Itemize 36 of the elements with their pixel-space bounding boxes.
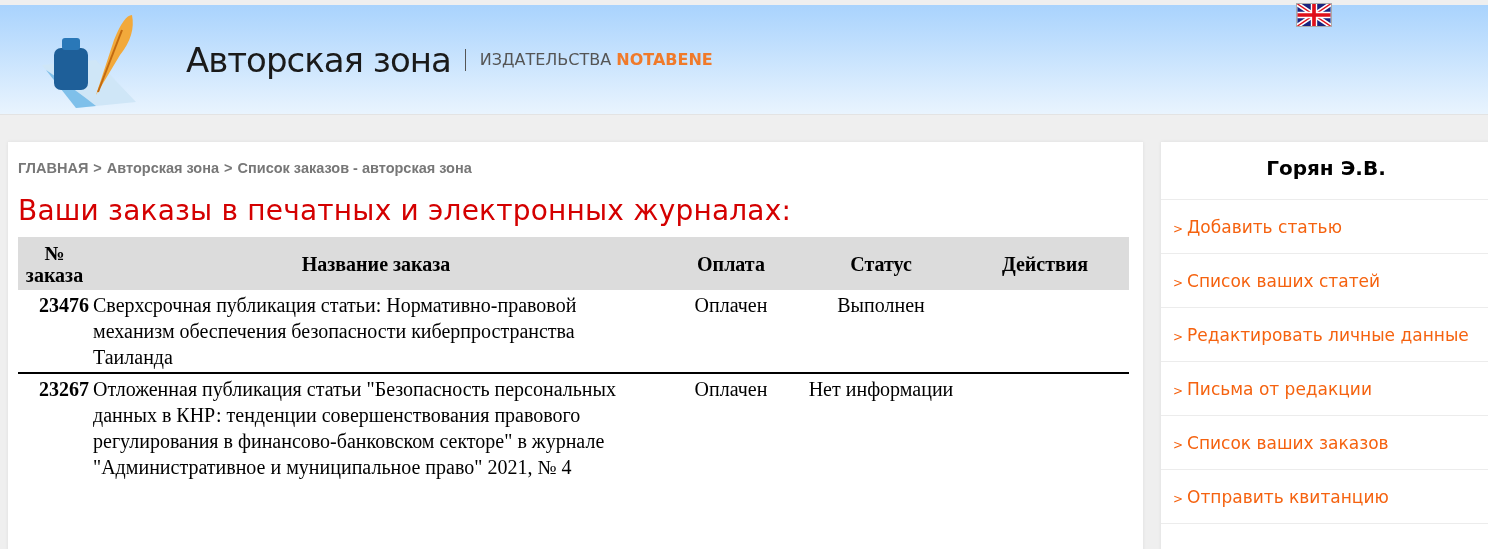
bullet-marker: > [1173, 276, 1184, 290]
column-header: Оплата [661, 237, 801, 290]
bullet-marker: > [1173, 492, 1184, 506]
sidebar-link[interactable]: Добавить статью [1187, 216, 1342, 237]
order-number: 23267 [18, 373, 91, 482]
column-header: Действия [961, 237, 1129, 290]
breadcrumb-link[interactable]: Авторская зона [106, 160, 220, 176]
payment-status: Оплачен [661, 290, 801, 373]
logo-subtitle: ИЗДАТЕЛЬСТВА [479, 50, 612, 69]
breadcrumb-separator: > [224, 160, 233, 176]
sidebar-link[interactable]: Список ваших заказов [1187, 432, 1389, 453]
logo-brand: NOTABENE [616, 50, 713, 69]
breadcrumb-separator: > [93, 160, 102, 176]
order-title: Сверхсрочная публикация статьи: Нормативно-правовой механизм обеспечения безопасности киберпространства Таиланда [91, 290, 661, 373]
order-title: Отложенная публикация статьи "Безопасность персональных данных в КНР: тенденции совершенствования правового регулирования в финансово-банковском секторе" в журнале "Административное и муниципальное право" 2021, № 4 [91, 373, 661, 482]
page-title: Ваши заказы в печатных и электронных журналах: [18, 194, 793, 227]
sidebar-link[interactable]: Письма от редакции [1187, 378, 1372, 399]
bullet-marker: > [1173, 330, 1184, 344]
bullet-marker: > [1173, 222, 1184, 236]
column-header: Название заказа [91, 237, 661, 290]
sidebar-link[interactable]: Список ваших статей [1187, 270, 1381, 291]
column-header: Статус [801, 237, 961, 290]
order-status: Выполнен [801, 290, 961, 373]
bullet-marker: > [1173, 438, 1184, 452]
column-header: № заказа [18, 237, 91, 290]
breadcrumb-link[interactable]: Список заказов - авторская зона [237, 160, 472, 176]
uk-flag-icon[interactable] [1296, 3, 1332, 27]
sidebar-link[interactable]: Отправить квитанцию [1187, 486, 1389, 507]
breadcrumb-link[interactable]: ГЛАВНАЯ [18, 160, 89, 176]
logo-title: Авторская зона [186, 39, 451, 80]
sidebar-link[interactable]: Редактировать личные данные [1187, 324, 1469, 345]
order-status: Нет информации [801, 373, 961, 482]
order-number: 23476 [18, 290, 91, 373]
payment-status: Оплачен [661, 373, 801, 482]
user-name: Горян Э.В. [1161, 142, 1488, 200]
bullet-marker: > [1173, 384, 1184, 398]
